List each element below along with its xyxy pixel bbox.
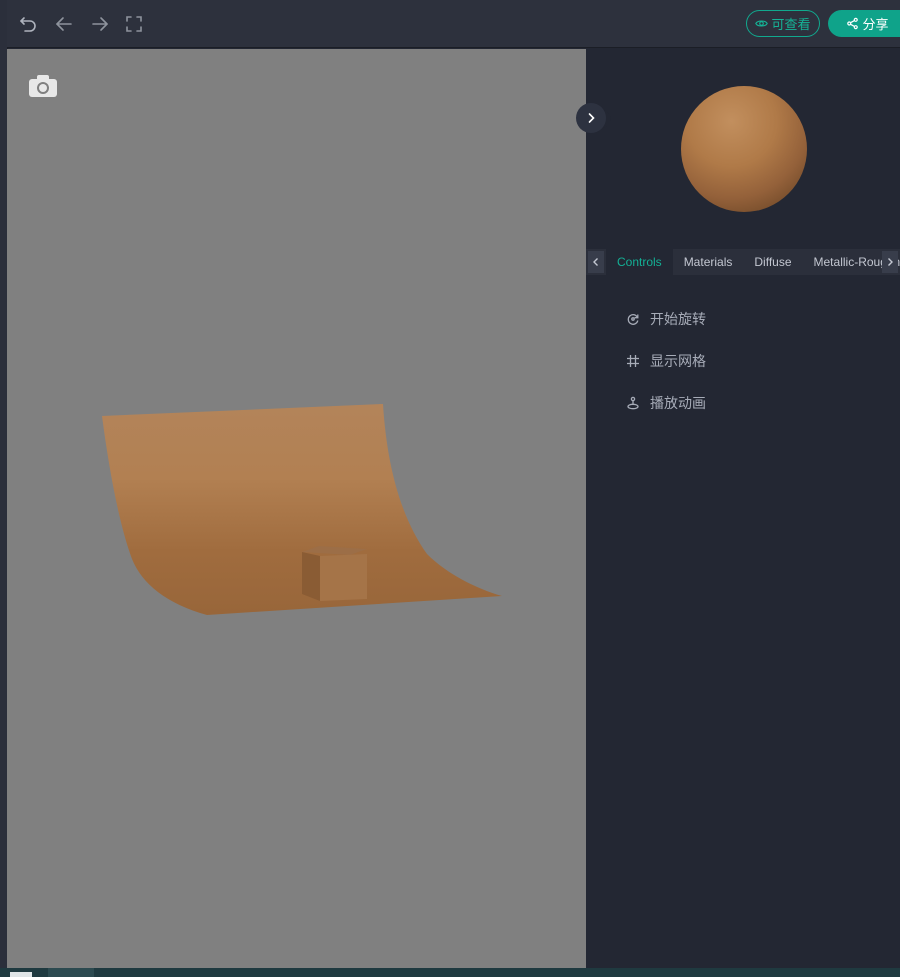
menu-item-show-grid[interactable]: 显示网格 bbox=[626, 351, 706, 371]
play-animation-icon bbox=[627, 396, 639, 410]
menu-item-label: 开始旋转 bbox=[650, 311, 706, 327]
panel-tabbar: Controls Materials Diffuse Metallic-Roug… bbox=[586, 249, 900, 275]
bottom-taskbar-item[interactable] bbox=[10, 972, 32, 977]
3d-scene bbox=[102, 404, 502, 615]
tab-scroll-left-icon[interactable] bbox=[588, 251, 604, 273]
view-permission-label: 可查看 bbox=[771, 17, 811, 32]
menu-item-label: 播放动画 bbox=[650, 395, 706, 411]
tab-scroll-right-icon[interactable] bbox=[882, 251, 898, 273]
rotate-icon bbox=[627, 314, 639, 325]
arrow-right-icon[interactable] bbox=[88, 12, 112, 36]
menu-item-label: 显示网格 bbox=[650, 353, 706, 369]
undo-icon[interactable] bbox=[16, 12, 40, 36]
eye-icon bbox=[755, 20, 769, 27]
share-icon bbox=[847, 17, 859, 30]
tab-materials[interactable]: Materials bbox=[673, 249, 744, 275]
material-preview-sphere bbox=[681, 86, 807, 212]
panel-collapse-button[interactable] bbox=[576, 103, 606, 133]
menu-item-play-animation[interactable]: 播放动画 bbox=[626, 393, 706, 413]
tab-diffuse[interactable]: Diffuse bbox=[743, 249, 802, 275]
fullscreen-icon[interactable] bbox=[122, 12, 146, 36]
menu-item-start-rotation[interactable]: 开始旋转 bbox=[626, 309, 706, 329]
share-button[interactable]: 分享 bbox=[828, 10, 900, 37]
top-toolbar: 可查看 分享 bbox=[7, 0, 900, 48]
bottom-taskbar bbox=[0, 968, 900, 977]
right-panel: Controls Materials Diffuse Metallic-Roug… bbox=[586, 49, 900, 968]
3d-viewport[interactable] bbox=[7, 49, 586, 968]
share-label: 分享 bbox=[862, 17, 889, 32]
chevron-right-icon bbox=[588, 113, 595, 123]
controls-menu: 开始旋转 显示网格 播放动画 bbox=[626, 309, 706, 435]
camera-icon[interactable] bbox=[26, 71, 60, 101]
grid-icon bbox=[627, 355, 639, 367]
panel-tabs: Controls Materials Diffuse Metallic-Roug… bbox=[606, 249, 900, 275]
tab-controls[interactable]: Controls bbox=[606, 249, 673, 275]
arrow-left-icon[interactable] bbox=[52, 12, 76, 36]
view-permission-button[interactable]: 可查看 bbox=[746, 10, 820, 37]
bottom-taskbar-tab[interactable] bbox=[48, 968, 94, 977]
